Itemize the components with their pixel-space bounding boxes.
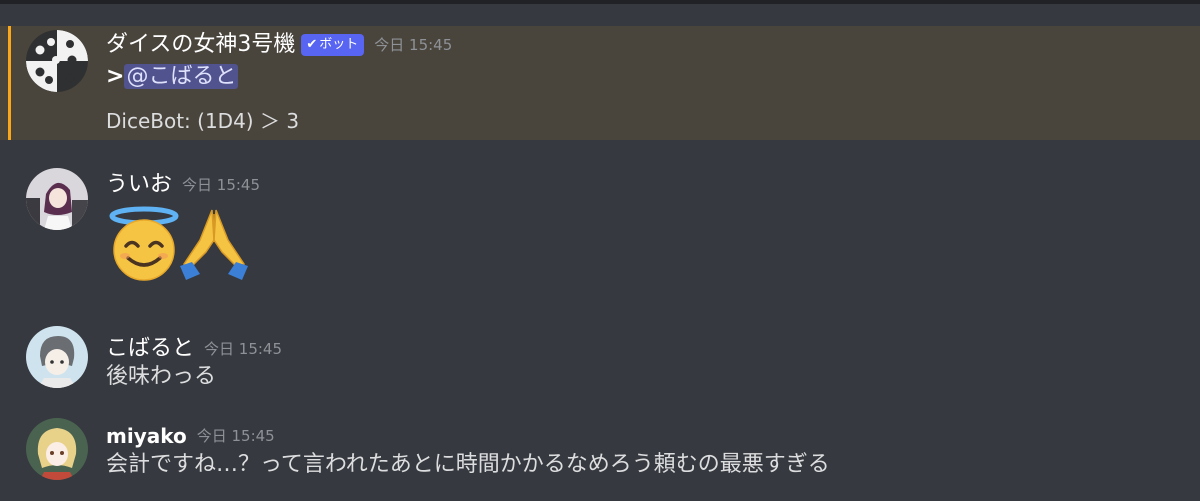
message-content: >@こばると [106,64,239,89]
avatar-image [26,326,88,388]
message: こばると 今日 15:45 後味わっる [0,324,1200,394]
reply-prefix: > [106,64,125,89]
message-header: こばると 今日 15:45 [106,338,282,360]
timestamp[interactable]: 今日 15:45 [197,427,275,445]
timestamp[interactable]: 今日 15:45 [374,36,452,54]
dice-icon [26,30,88,92]
message-text: 後味わっる [106,364,217,389]
folded-hands-emoji[interactable] [176,206,252,282]
message-header: ういお 今日 15:45 [106,174,260,196]
message: miyako 今日 15:45 会計ですね…？って言われたあとに時間かかるなめろう… [0,416,1200,486]
timestamp[interactable]: 今日 15:45 [204,340,282,358]
avatar[interactable] [26,30,88,92]
avatar-image [26,418,88,480]
username[interactable]: miyako [106,424,187,448]
message-header: ダイスの女神3号機 ✔ ボット 今日 15:45 [106,34,452,56]
message-text: 会計ですね…？って言われたあとに時間かかるなめろう頼むの最悪すぎる [106,452,830,477]
message: ういお 今日 15:45 [0,166,1200,296]
avatar[interactable] [26,326,88,388]
avatar[interactable] [26,418,88,480]
dice-result-text: DiceBot: (1D4) ＞ 3 [106,109,300,133]
mention-highlight-bar [8,26,11,140]
bot-tag-label: ボット [319,37,359,52]
avatar-image [26,168,88,230]
username[interactable]: ダイスの女神3号機 [106,32,295,57]
message-highlighted: ダイスの女神3号機 ✔ ボット 今日 15:45 >@こばると DiceBot: (1… [0,26,1200,140]
user-mention[interactable]: @こばると [124,64,239,89]
smiling-face-with-halo-emoji[interactable] [106,206,182,282]
avatar[interactable] [26,168,88,230]
top-divider [0,0,1200,4]
bot-tag: ✔ ボット [301,34,365,56]
emoji-row [106,206,266,286]
timestamp[interactable]: 今日 15:45 [182,176,260,194]
username[interactable]: ういお [106,172,172,197]
check-icon: ✔ [306,37,318,52]
username[interactable]: こばると [106,336,194,361]
message-header: miyako 今日 15:45 [106,426,275,446]
